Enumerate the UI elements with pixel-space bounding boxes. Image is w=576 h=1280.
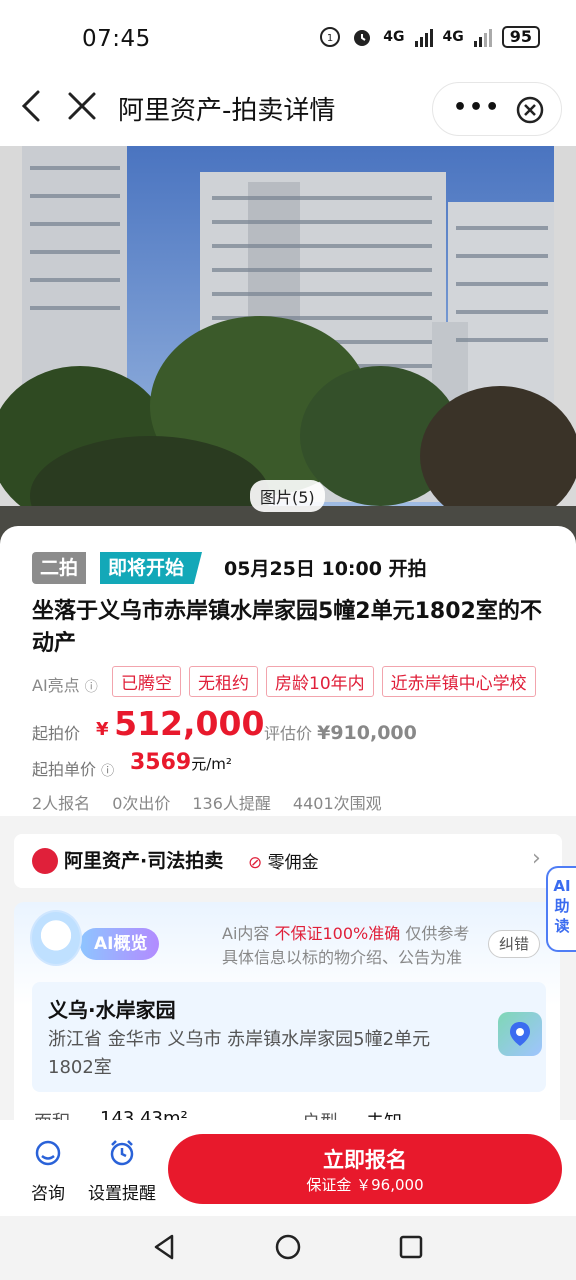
location-title: 义乌·水岸家园 [48,998,176,1022]
ai-highlight-label: AI亮点 ⓘ [32,672,98,696]
map-pin-icon[interactable] [498,1012,542,1056]
consult-label: 咨询 [31,1184,65,1204]
signal-icon-2 [473,27,492,47]
page-title: 阿里资产-拍卖详情 [118,96,336,126]
eval-price-value: ¥910,000 [317,722,417,744]
nav-back-icon[interactable] [150,1232,180,1262]
chevron-right-icon: › [532,846,541,871]
ai-overview-badge: AI概览 [80,928,160,960]
ai-mascot-icon [30,910,82,966]
photo-count-badge[interactable]: 图片(5) [250,480,325,512]
eval-price: 评估价 ¥910,000 [264,720,417,744]
eval-price-label: 评估价 [264,724,313,743]
check-circle-icon: ⊘ [248,853,263,873]
auction-stats: 2人报名 0次出价 136人提醒 4401次围观 [32,790,382,814]
status-icons: 1 4G 4G 95 [319,26,540,48]
auction-info-card: 二拍 即将开始 05月25日 10:00 开拍 坐落于义乌市赤岸镇水岸家园5幢2… [0,526,576,816]
ai-disclaimer-prefix: Ai内容 [222,924,275,943]
ai-disclaimer: Ai内容 不保证100%准确 仅供参考 [222,920,469,944]
ai-reader-line3: 读 [554,917,570,935]
platform-row[interactable]: 阿里资产·司法拍卖 ⊘ 零佣金 › [14,834,562,888]
nav-recents-icon[interactable] [396,1232,426,1262]
bid-count: 0次出价 [112,794,171,813]
network-label-1: 4G [383,29,405,45]
highlight-tags: 已腾空 无租约 房龄10年内 近赤岸镇中心学校 [112,666,536,697]
ai-disclaimer-line2: 具体信息以标的物介绍、公告为准 [222,948,463,967]
close-icon[interactable] [66,88,98,124]
bottom-action-bar: 咨询 设置提醒 立即报名 保证金 ￥96,000 [0,1120,576,1216]
info-icon[interactable]: ⓘ [101,764,114,779]
nav-home-icon[interactable] [273,1232,303,1262]
highlight-tag: 房龄10年内 [266,666,374,697]
set-reminder-button[interactable]: 设置提醒 [82,1138,162,1204]
status-bar: 07:45 1 4G 4G 95 [0,0,576,76]
ai-reader-line1: AI [553,877,571,895]
ai-overview-card: AI概览 Ai内容 不保证100%准确 仅供参考 具体信息以标的物介绍、公告为准… [14,902,560,1133]
status-tag: 即将开始 [100,552,203,584]
unit-price-label-text: 起拍单价 [32,760,97,779]
back-arrow-icon[interactable] [18,88,48,124]
zero-commission-text: 零佣金 [267,853,319,873]
miniapp-capsule: ••• [432,82,562,136]
reminder-count: 136人提醒 [192,794,271,813]
signup-label: 立即报名 [323,1148,407,1172]
info-icon[interactable]: ⓘ [85,680,98,695]
highlight-tag: 已腾空 [112,666,181,697]
property-photo[interactable]: 图片(5) [0,146,576,546]
ai-reader-line2: 助 [554,897,570,915]
signup-button[interactable]: 立即报名 保证金 ￥96,000 [168,1134,562,1204]
start-price-label: 起拍价 [32,724,81,743]
headset-icon [35,1140,61,1166]
location-box[interactable]: 义乌·水岸家园 浙江省 金华市 义乌市 赤岸镇水岸家园5幢2单元1802室 [32,982,546,1092]
alarm-clock-icon [110,1140,134,1166]
start-time: 05月25日 10:00 开拍 [224,558,427,580]
signal-icon [414,27,433,47]
start-price: ¥ 512,000 [96,704,264,743]
ai-reader-tab[interactable]: AI 助 读 [546,866,576,952]
correct-button[interactable]: 纠错 [488,930,541,958]
hd-icon: 1 [320,27,341,47]
zero-commission: ⊘ 零佣金 [248,848,319,873]
auction-title: 坐落于义乌市赤岸镇水岸家园5幢2单元1802室的不动产 [32,599,542,656]
start-price-value: 512,000 [114,704,265,743]
ali-asset-logo-icon [32,848,58,874]
signup-count: 2人报名 [32,794,91,813]
view-count: 4401次围观 [292,794,382,813]
nav-bar: 阿里资产-拍卖详情 ••• [0,76,576,146]
platform-name: 阿里资产·司法拍卖 [64,850,224,872]
system-nav-bar [0,1216,576,1280]
consult-button[interactable]: 咨询 [28,1138,68,1204]
svg-text:1: 1 [327,33,333,44]
set-reminder-label: 设置提醒 [88,1184,156,1204]
highlight-tag: 近赤岸镇中心学校 [381,666,536,697]
location-address: 浙江省 金华市 义乌市 赤岸镇水岸家园5幢2单元1802室 [48,1029,431,1078]
more-dots-icon[interactable]: ••• [453,95,501,120]
network-label-2: 4G [442,29,464,45]
close-circle-icon[interactable] [515,95,545,125]
ai-highlight-text: AI亮点 [32,676,80,695]
clock: 07:45 [82,26,151,52]
highlight-tag: 无租约 [189,666,258,697]
unit-price-label: 起拍单价 ⓘ [32,756,114,780]
unit-price: 3569元/m² [130,750,232,775]
battery-icon: 95 [501,26,540,48]
unit-price-value: 3569 [130,750,192,775]
round-tag: 二拍 [32,552,87,584]
ai-disclaimer-suffix: 仅供参考 [400,924,470,943]
ai-disclaimer-warning: 不保证100%准确 [274,924,401,943]
deposit-label: 保证金 ￥96,000 [306,1176,424,1194]
screen: 07:45 1 4G 4G 95 阿里资产-拍卖详情 ••• 图片(5) 二拍 … [0,0,576,1280]
unit-price-suffix: 元/m² [191,755,232,773]
currency-symbol: ¥ [96,719,109,740]
alarm-icon [354,30,371,46]
